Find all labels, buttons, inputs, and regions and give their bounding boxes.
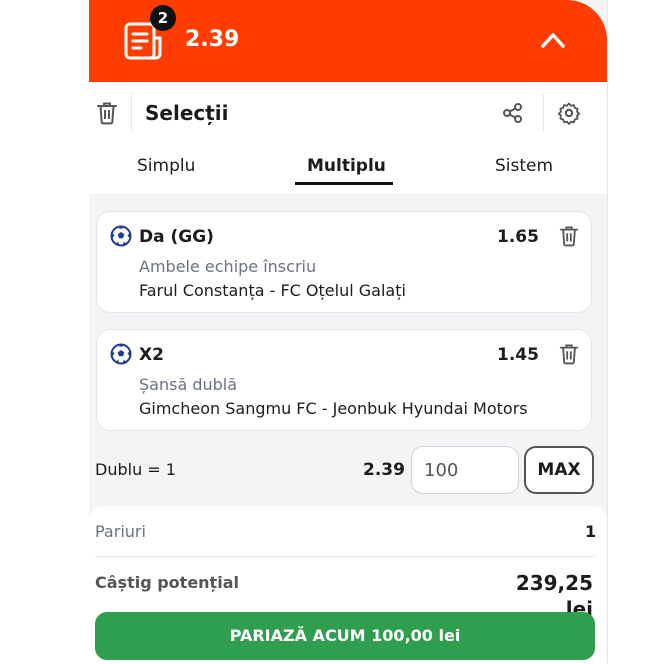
trash-icon[interactable] bbox=[96, 101, 118, 125]
stake-input[interactable] bbox=[411, 446, 519, 494]
active-tab-indicator bbox=[295, 182, 393, 185]
gear-icon[interactable] bbox=[557, 101, 581, 125]
tab-multiplu[interactable]: Multiplu bbox=[307, 154, 386, 178]
betslip-panel: 2 2.39 Selecții Simplu Multiplu Sistem D… bbox=[89, 0, 608, 664]
selection-market: Ambele echipe înscriu bbox=[139, 257, 317, 276]
selection-count-badge: 2 bbox=[150, 5, 176, 31]
soccer-ball-icon bbox=[110, 343, 132, 365]
trash-icon[interactable] bbox=[559, 225, 579, 247]
selection-pick: Da (GG) bbox=[139, 227, 214, 247]
selection-card: Da (GG) 1.65 Ambele echipe înscriu Farul… bbox=[96, 211, 592, 313]
combination-odds: 2.39 bbox=[363, 460, 405, 480]
total-odds: 2.39 bbox=[185, 27, 240, 52]
selection-event: Gimcheon Sangmu FC - Jeonbuk Hyundai Mot… bbox=[139, 399, 528, 418]
divider bbox=[131, 94, 132, 132]
selection-odds: 1.45 bbox=[497, 345, 539, 365]
selection-card: X2 1.45 Șansă dublă Gimcheon Sangmu FC -… bbox=[96, 329, 592, 431]
share-icon[interactable] bbox=[502, 102, 524, 124]
page-title: Selecții bbox=[145, 101, 229, 125]
bet-summary: Pariuri 1 Câștig potențial 239,25 lei PA… bbox=[89, 506, 607, 664]
tab-simplu[interactable]: Simplu bbox=[137, 154, 195, 178]
max-stake-button[interactable]: MAX bbox=[524, 446, 594, 494]
selection-pick: X2 bbox=[139, 345, 164, 365]
betslip-header[interactable]: 2 2.39 bbox=[89, 0, 607, 82]
tab-sistem[interactable]: Sistem bbox=[495, 154, 553, 178]
divider bbox=[543, 94, 544, 132]
place-bet-button[interactable]: PARIAZĂ ACUM 100,00 lei bbox=[95, 612, 595, 660]
combination-label: Dublu = 1 bbox=[95, 460, 176, 479]
trash-icon[interactable] bbox=[559, 343, 579, 365]
soccer-ball-icon bbox=[110, 225, 132, 247]
bets-count: 1 bbox=[585, 522, 597, 541]
potential-win-label: Câștig potențial bbox=[95, 573, 239, 592]
selection-odds: 1.65 bbox=[497, 227, 539, 247]
divider bbox=[95, 556, 595, 557]
selection-event: Farul Constanța - FC Oțelul Galați bbox=[139, 281, 406, 300]
selection-market: Șansă dublă bbox=[139, 375, 238, 394]
bets-label: Pariuri bbox=[95, 522, 146, 541]
chevron-up-icon[interactable] bbox=[539, 28, 567, 52]
betslip-toolbar: Selecții Simplu Multiplu Sistem bbox=[89, 82, 607, 194]
